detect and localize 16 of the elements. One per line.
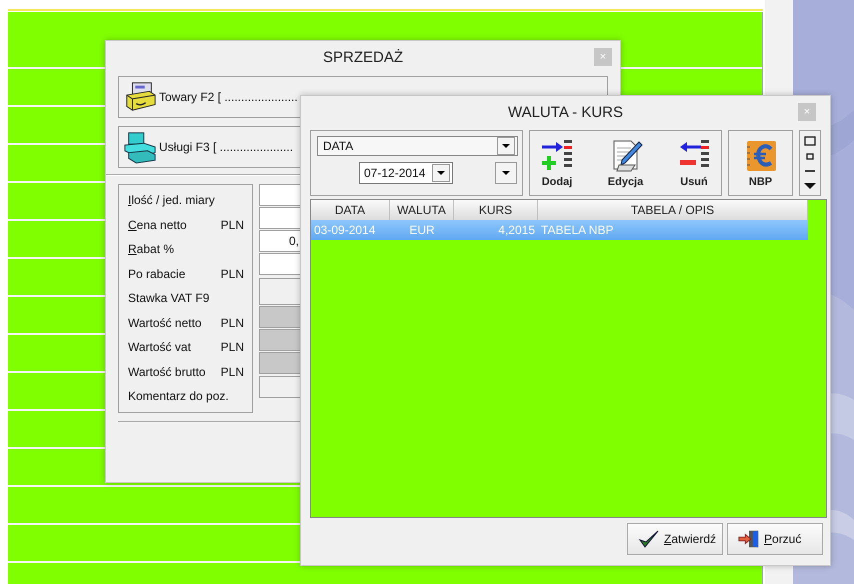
field-label: Wartość vat [128, 340, 191, 354]
field-label: Ilość / jed. miary [128, 193, 215, 208]
field-label: Stawka VAT F9 [128, 291, 210, 306]
field-label: Po rabacie [128, 266, 186, 281]
field-label: Wartość brutto [128, 364, 206, 379]
unit-label: PLN [220, 316, 244, 330]
window-title: SPRZEDAŻ [322, 48, 403, 66]
field-label: Cena netto [128, 218, 187, 232]
unit-label: PLN [220, 364, 244, 379]
unit-label: PLN [220, 340, 244, 354]
field-label: Wartość netto [128, 316, 202, 330]
unit-label: PLN [220, 218, 244, 232]
field-label: Komentarz do poz. [128, 389, 229, 404]
unit-label: PLN [220, 266, 244, 281]
field-label: Rabat % [128, 242, 174, 256]
window-title: WALUTA - KURS [508, 104, 623, 120]
